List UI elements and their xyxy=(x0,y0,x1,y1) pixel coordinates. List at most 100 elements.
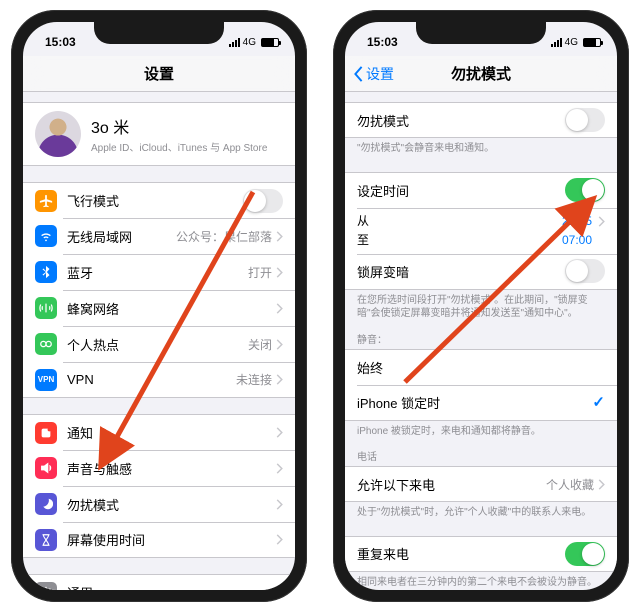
sounds-icon xyxy=(35,457,57,479)
network-label: 4G xyxy=(565,37,578,48)
notch xyxy=(416,22,546,44)
chevron-right-icon xyxy=(276,499,283,510)
row-label: 飞行模式 xyxy=(67,191,243,210)
signal-icon xyxy=(551,38,562,47)
row-label: 勿扰模式 xyxy=(67,495,276,514)
row-label: 个人热点 xyxy=(67,335,248,354)
repeat-toggle[interactable] xyxy=(565,542,605,566)
chevron-right-icon xyxy=(276,303,283,314)
row-detail: 关闭 xyxy=(248,336,272,353)
row-airplane[interactable]: 飞行模式 xyxy=(23,182,295,218)
back-button[interactable]: 设置 xyxy=(353,64,394,84)
row-label: 屏幕使用时间 xyxy=(67,530,276,549)
row-general[interactable]: 通用 xyxy=(23,574,295,590)
row-schedule[interactable]: 设定时间 xyxy=(345,172,617,208)
row-label: 重复来电 xyxy=(357,544,565,563)
row-cellular[interactable]: 蜂窝网络 xyxy=(23,290,295,326)
row-locked[interactable]: iPhone 锁定时 ✓ xyxy=(345,385,617,421)
row-label: 声音与触感 xyxy=(67,459,276,478)
allow-note: 处于"勿扰模式"时，允许"个人收藏"中的联系人来电。 xyxy=(345,502,617,520)
chevron-right-icon xyxy=(276,534,283,545)
phone-header: 电话 xyxy=(345,438,617,466)
page-title: 设置 xyxy=(144,63,174,84)
row-bluetooth[interactable]: 蓝牙 打开 xyxy=(23,254,295,290)
navbar: 设置 xyxy=(23,56,295,92)
row-hotspot[interactable]: 个人热点 关闭 xyxy=(23,326,295,362)
cellular-icon xyxy=(35,297,57,319)
from-label: 从 xyxy=(357,212,369,231)
chevron-right-icon xyxy=(276,463,283,474)
row-label: 蜂窝网络 xyxy=(67,299,276,318)
from-value: 22:15 xyxy=(562,212,592,231)
row-label: 锁屏变暗 xyxy=(357,262,565,281)
row-dim[interactable]: 锁屏变暗 xyxy=(345,254,617,290)
chevron-right-icon xyxy=(276,587,283,590)
chevron-right-icon xyxy=(276,231,283,242)
row-label: 蓝牙 xyxy=(67,263,248,282)
dim-note: 在您所选时间段打开"勿扰模式"。在此期间，"锁屏变暗"会使锁定屏幕变暗并将通知发… xyxy=(345,290,617,321)
row-dnd[interactable]: 勿扰模式 xyxy=(23,486,295,522)
driving-header: 驾驶勿扰 xyxy=(345,589,617,590)
vpn-icon: VPN xyxy=(35,369,57,391)
row-sounds[interactable]: 声音与触感 xyxy=(23,450,295,486)
row-label: 通知 xyxy=(67,423,276,442)
row-time-range[interactable]: 从 22:15 至 07:00 xyxy=(345,208,617,254)
row-detail: 个人收藏 xyxy=(546,476,594,493)
row-detail: 公众号：果仁部落 xyxy=(176,228,272,245)
row-vpn[interactable]: VPN VPN 未连接 xyxy=(23,362,295,398)
phone-left: 15:03 4G 设置 3o 米 Apple ID、iCloud、iTunes … xyxy=(11,10,307,602)
row-wifi[interactable]: 无线局域网 公众号：果仁部落 xyxy=(23,218,295,254)
row-always[interactable]: 始终 xyxy=(345,349,617,385)
row-screentime[interactable]: 屏幕使用时间 xyxy=(23,522,295,558)
dim-toggle[interactable] xyxy=(565,259,605,283)
screen-right: 15:03 4G 设置 勿扰模式 勿扰模式 "勿扰模式"会静音来电和通知。 设定… xyxy=(345,22,617,590)
bluetooth-icon xyxy=(35,261,57,283)
battery-icon xyxy=(583,38,601,47)
to-label: 至 xyxy=(357,231,369,250)
profile-subtitle: Apple ID、iCloud、iTunes 与 App Store xyxy=(91,139,267,154)
chevron-right-icon xyxy=(276,267,283,278)
screen-left: 15:03 4G 设置 3o 米 Apple ID、iCloud、iTunes … xyxy=(23,22,295,590)
schedule-toggle[interactable] xyxy=(565,178,605,202)
row-label: 通用 xyxy=(67,583,276,590)
row-dnd-toggle[interactable]: 勿扰模式 xyxy=(345,102,617,138)
to-value: 07:00 xyxy=(562,231,592,250)
hotspot-icon xyxy=(35,333,57,355)
row-label: VPN xyxy=(67,372,236,387)
profile-name: 3o 米 xyxy=(91,114,267,138)
row-repeat-calls[interactable]: 重复来电 xyxy=(345,536,617,572)
row-detail: 未连接 xyxy=(236,371,272,388)
airplane-icon xyxy=(35,190,57,212)
moon-icon xyxy=(35,493,57,515)
dnd-toggle[interactable] xyxy=(565,108,605,132)
chevron-right-icon xyxy=(276,339,283,350)
row-label: 始终 xyxy=(357,358,605,377)
row-notifications[interactable]: 通知 xyxy=(23,414,295,450)
status-time: 15:03 xyxy=(367,35,398,49)
phone-right: 15:03 4G 设置 勿扰模式 勿扰模式 "勿扰模式"会静音来电和通知。 设定… xyxy=(333,10,629,602)
chevron-right-icon xyxy=(276,374,283,385)
airplane-toggle[interactable] xyxy=(243,189,283,213)
avatar xyxy=(35,111,81,157)
row-label: 允许以下来电 xyxy=(357,475,546,494)
locked-note: iPhone 被锁定时，来电和通知都将静音。 xyxy=(345,421,617,439)
chevron-right-icon xyxy=(598,479,605,490)
row-allow-calls[interactable]: 允许以下来电 个人收藏 xyxy=(345,466,617,502)
silence-header: 静音： xyxy=(345,321,617,349)
status-time: 15:03 xyxy=(45,35,76,49)
back-label: 设置 xyxy=(366,64,394,84)
profile-cell[interactable]: 3o 米 Apple ID、iCloud、iTunes 与 App Store xyxy=(23,102,295,166)
chevron-right-icon xyxy=(276,427,283,438)
battery-icon xyxy=(261,38,279,47)
notch xyxy=(94,22,224,44)
repeat-note: 相同来电者在三分钟内的第二个来电不会被设为静音。 xyxy=(345,572,617,590)
hourglass-icon xyxy=(35,529,57,551)
chevron-right-icon xyxy=(598,216,605,227)
row-label: iPhone 锁定时 xyxy=(357,393,592,412)
signal-icon xyxy=(229,38,240,47)
notifications-icon xyxy=(35,422,57,444)
wifi-icon xyxy=(35,225,57,247)
row-detail: 打开 xyxy=(248,264,272,281)
row-label: 无线局域网 xyxy=(67,227,176,246)
page-title: 勿扰模式 xyxy=(451,63,511,84)
